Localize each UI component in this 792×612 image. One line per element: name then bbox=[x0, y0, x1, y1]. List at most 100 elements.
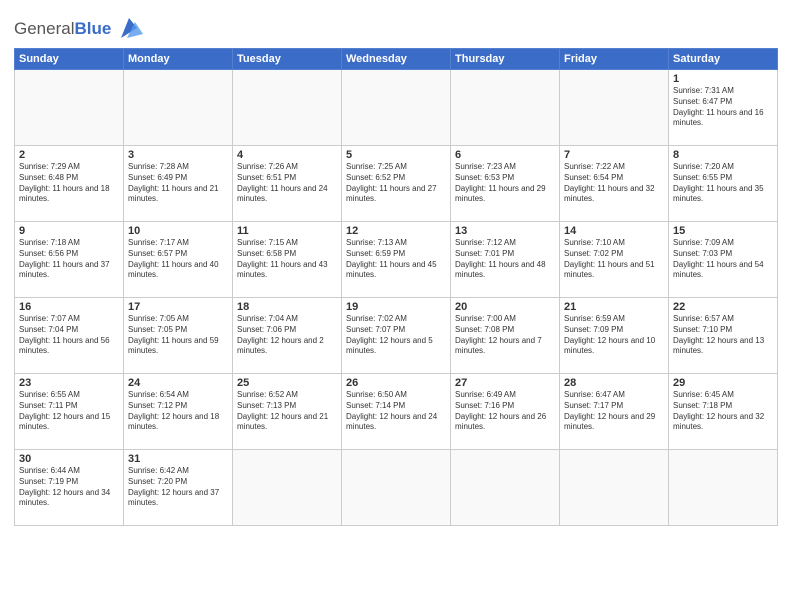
day-info: Sunrise: 7:22 AM Sunset: 6:54 PM Dayligh… bbox=[564, 162, 664, 205]
day-info: Sunrise: 6:49 AM Sunset: 7:16 PM Dayligh… bbox=[455, 390, 555, 433]
calendar-cell: 27Sunrise: 6:49 AM Sunset: 7:16 PM Dayli… bbox=[451, 374, 560, 450]
weekday-header-saturday: Saturday bbox=[669, 49, 778, 70]
calendar-cell: 26Sunrise: 6:50 AM Sunset: 7:14 PM Dayli… bbox=[342, 374, 451, 450]
calendar-cell: 15Sunrise: 7:09 AM Sunset: 7:03 PM Dayli… bbox=[669, 222, 778, 298]
day-number: 6 bbox=[455, 149, 555, 161]
day-info: Sunrise: 7:20 AM Sunset: 6:55 PM Dayligh… bbox=[673, 162, 773, 205]
calendar-cell bbox=[15, 70, 124, 146]
calendar-cell bbox=[669, 450, 778, 526]
calendar-cell: 13Sunrise: 7:12 AM Sunset: 7:01 PM Dayli… bbox=[451, 222, 560, 298]
week-row-3: 9Sunrise: 7:18 AM Sunset: 6:56 PM Daylig… bbox=[15, 222, 778, 298]
calendar-cell: 5Sunrise: 7:25 AM Sunset: 6:52 PM Daylig… bbox=[342, 146, 451, 222]
day-info: Sunrise: 7:18 AM Sunset: 6:56 PM Dayligh… bbox=[19, 238, 119, 281]
day-number: 22 bbox=[673, 301, 773, 313]
calendar-cell: 29Sunrise: 6:45 AM Sunset: 7:18 PM Dayli… bbox=[669, 374, 778, 450]
calendar-cell: 17Sunrise: 7:05 AM Sunset: 7:05 PM Dayli… bbox=[124, 298, 233, 374]
day-number: 5 bbox=[346, 149, 446, 161]
day-info: Sunrise: 7:05 AM Sunset: 7:05 PM Dayligh… bbox=[128, 314, 228, 357]
day-info: Sunrise: 6:59 AM Sunset: 7:09 PM Dayligh… bbox=[564, 314, 664, 357]
day-number: 1 bbox=[673, 73, 773, 85]
calendar-cell: 19Sunrise: 7:02 AM Sunset: 7:07 PM Dayli… bbox=[342, 298, 451, 374]
day-number: 31 bbox=[128, 453, 228, 465]
logo: GeneralBlue bbox=[14, 14, 145, 42]
weekday-header-row: SundayMondayTuesdayWednesdayThursdayFrid… bbox=[15, 49, 778, 70]
day-number: 11 bbox=[237, 225, 337, 237]
day-number: 29 bbox=[673, 377, 773, 389]
day-info: Sunrise: 6:52 AM Sunset: 7:13 PM Dayligh… bbox=[237, 390, 337, 433]
day-number: 10 bbox=[128, 225, 228, 237]
day-info: Sunrise: 7:28 AM Sunset: 6:49 PM Dayligh… bbox=[128, 162, 228, 205]
day-info: Sunrise: 7:25 AM Sunset: 6:52 PM Dayligh… bbox=[346, 162, 446, 205]
day-info: Sunrise: 7:13 AM Sunset: 6:59 PM Dayligh… bbox=[346, 238, 446, 281]
calendar-cell bbox=[560, 70, 669, 146]
logo-blue: Blue bbox=[74, 19, 111, 38]
calendar-cell: 10Sunrise: 7:17 AM Sunset: 6:57 PM Dayli… bbox=[124, 222, 233, 298]
calendar-cell bbox=[451, 70, 560, 146]
day-number: 26 bbox=[346, 377, 446, 389]
calendar-cell: 18Sunrise: 7:04 AM Sunset: 7:06 PM Dayli… bbox=[233, 298, 342, 374]
day-info: Sunrise: 7:17 AM Sunset: 6:57 PM Dayligh… bbox=[128, 238, 228, 281]
day-info: Sunrise: 7:04 AM Sunset: 7:06 PM Dayligh… bbox=[237, 314, 337, 357]
day-info: Sunrise: 6:47 AM Sunset: 7:17 PM Dayligh… bbox=[564, 390, 664, 433]
calendar-cell: 31Sunrise: 6:42 AM Sunset: 7:20 PM Dayli… bbox=[124, 450, 233, 526]
day-info: Sunrise: 7:00 AM Sunset: 7:08 PM Dayligh… bbox=[455, 314, 555, 357]
day-number: 12 bbox=[346, 225, 446, 237]
day-number: 19 bbox=[346, 301, 446, 313]
day-number: 15 bbox=[673, 225, 773, 237]
day-info: Sunrise: 7:10 AM Sunset: 7:02 PM Dayligh… bbox=[564, 238, 664, 281]
day-info: Sunrise: 6:55 AM Sunset: 7:11 PM Dayligh… bbox=[19, 390, 119, 433]
weekday-header-wednesday: Wednesday bbox=[342, 49, 451, 70]
day-number: 20 bbox=[455, 301, 555, 313]
day-number: 3 bbox=[128, 149, 228, 161]
calendar-cell bbox=[124, 70, 233, 146]
day-info: Sunrise: 6:57 AM Sunset: 7:10 PM Dayligh… bbox=[673, 314, 773, 357]
day-info: Sunrise: 6:42 AM Sunset: 7:20 PM Dayligh… bbox=[128, 466, 228, 509]
calendar-cell: 9Sunrise: 7:18 AM Sunset: 6:56 PM Daylig… bbox=[15, 222, 124, 298]
calendar-cell: 21Sunrise: 6:59 AM Sunset: 7:09 PM Dayli… bbox=[560, 298, 669, 374]
weekday-header-monday: Monday bbox=[124, 49, 233, 70]
calendar-cell: 4Sunrise: 7:26 AM Sunset: 6:51 PM Daylig… bbox=[233, 146, 342, 222]
logo-general: General bbox=[14, 19, 74, 38]
day-info: Sunrise: 7:09 AM Sunset: 7:03 PM Dayligh… bbox=[673, 238, 773, 281]
day-number: 23 bbox=[19, 377, 119, 389]
day-number: 27 bbox=[455, 377, 555, 389]
day-info: Sunrise: 6:44 AM Sunset: 7:19 PM Dayligh… bbox=[19, 466, 119, 509]
day-info: Sunrise: 7:29 AM Sunset: 6:48 PM Dayligh… bbox=[19, 162, 119, 205]
week-row-2: 2Sunrise: 7:29 AM Sunset: 6:48 PM Daylig… bbox=[15, 146, 778, 222]
calendar-cell: 11Sunrise: 7:15 AM Sunset: 6:58 PM Dayli… bbox=[233, 222, 342, 298]
week-row-5: 23Sunrise: 6:55 AM Sunset: 7:11 PM Dayli… bbox=[15, 374, 778, 450]
calendar-cell: 1Sunrise: 7:31 AM Sunset: 6:47 PM Daylig… bbox=[669, 70, 778, 146]
day-number: 18 bbox=[237, 301, 337, 313]
day-number: 13 bbox=[455, 225, 555, 237]
calendar-cell: 16Sunrise: 7:07 AM Sunset: 7:04 PM Dayli… bbox=[15, 298, 124, 374]
day-number: 24 bbox=[128, 377, 228, 389]
calendar-cell bbox=[342, 450, 451, 526]
day-info: Sunrise: 7:26 AM Sunset: 6:51 PM Dayligh… bbox=[237, 162, 337, 205]
calendar-cell: 22Sunrise: 6:57 AM Sunset: 7:10 PM Dayli… bbox=[669, 298, 778, 374]
calendar-cell: 6Sunrise: 7:23 AM Sunset: 6:53 PM Daylig… bbox=[451, 146, 560, 222]
calendar-table: SundayMondayTuesdayWednesdayThursdayFrid… bbox=[14, 48, 778, 526]
calendar-cell bbox=[451, 450, 560, 526]
weekday-header-sunday: Sunday bbox=[15, 49, 124, 70]
day-info: Sunrise: 6:50 AM Sunset: 7:14 PM Dayligh… bbox=[346, 390, 446, 433]
week-row-6: 30Sunrise: 6:44 AM Sunset: 7:19 PM Dayli… bbox=[15, 450, 778, 526]
day-number: 7 bbox=[564, 149, 664, 161]
day-number: 16 bbox=[19, 301, 119, 313]
day-number: 21 bbox=[564, 301, 664, 313]
day-number: 2 bbox=[19, 149, 119, 161]
day-number: 25 bbox=[237, 377, 337, 389]
calendar-cell: 23Sunrise: 6:55 AM Sunset: 7:11 PM Dayli… bbox=[15, 374, 124, 450]
logo-icon bbox=[113, 14, 145, 42]
calendar-cell bbox=[233, 70, 342, 146]
day-number: 9 bbox=[19, 225, 119, 237]
day-info: Sunrise: 7:02 AM Sunset: 7:07 PM Dayligh… bbox=[346, 314, 446, 357]
day-info: Sunrise: 6:54 AM Sunset: 7:12 PM Dayligh… bbox=[128, 390, 228, 433]
calendar-cell: 3Sunrise: 7:28 AM Sunset: 6:49 PM Daylig… bbox=[124, 146, 233, 222]
day-info: Sunrise: 7:23 AM Sunset: 6:53 PM Dayligh… bbox=[455, 162, 555, 205]
weekday-header-tuesday: Tuesday bbox=[233, 49, 342, 70]
day-number: 28 bbox=[564, 377, 664, 389]
weekday-header-thursday: Thursday bbox=[451, 49, 560, 70]
day-number: 17 bbox=[128, 301, 228, 313]
day-info: Sunrise: 7:15 AM Sunset: 6:58 PM Dayligh… bbox=[237, 238, 337, 281]
header: GeneralBlue bbox=[14, 10, 778, 42]
